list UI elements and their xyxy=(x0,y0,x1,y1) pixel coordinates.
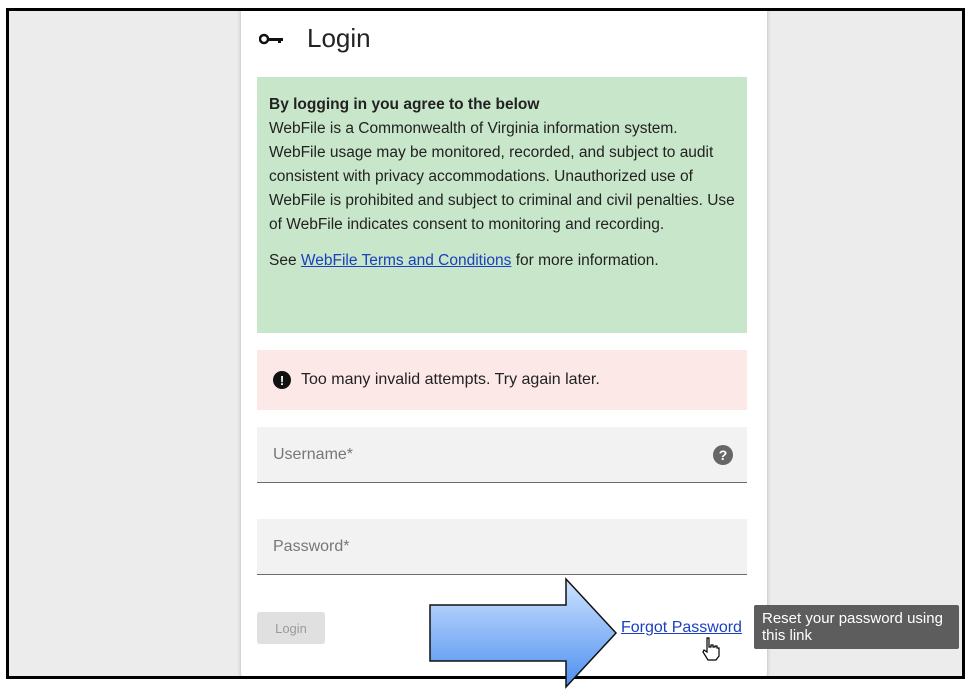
password-input[interactable] xyxy=(271,536,695,557)
notice-more-info: See WebFile Terms and Conditions for mor… xyxy=(269,249,735,273)
help-icon[interactable]: ? xyxy=(713,444,733,465)
notice-more-suffix: for more information. xyxy=(511,252,659,269)
username-input[interactable] xyxy=(271,444,695,465)
forgot-password-link[interactable]: Forgot Password xyxy=(621,619,742,637)
page-title: Login xyxy=(307,23,371,53)
key-icon xyxy=(259,33,283,44)
login-button[interactable]: Login xyxy=(257,612,325,644)
callout-arrow-icon xyxy=(429,577,618,689)
card-header: Login xyxy=(259,23,371,54)
hand-cursor-icon xyxy=(702,637,720,661)
tooltip: Reset your password using this link xyxy=(754,605,959,649)
password-field[interactable] xyxy=(257,519,747,575)
notice-heading: By logging in you agree to the below xyxy=(269,96,540,113)
notice-body: WebFile is a Commonwealth of Virginia in… xyxy=(269,120,735,233)
alert-icon: ! xyxy=(273,371,291,389)
error-message: Too many invalid attempts. Try again lat… xyxy=(301,371,600,388)
notice-more-prefix: See xyxy=(269,252,301,269)
error-alert: ! Too many invalid attempts. Try again l… xyxy=(257,350,747,410)
username-field[interactable]: ? xyxy=(257,427,747,483)
consent-notice: By logging in you agree to the below Web… xyxy=(257,77,747,333)
terms-link[interactable]: WebFile Terms and Conditions xyxy=(301,252,512,269)
